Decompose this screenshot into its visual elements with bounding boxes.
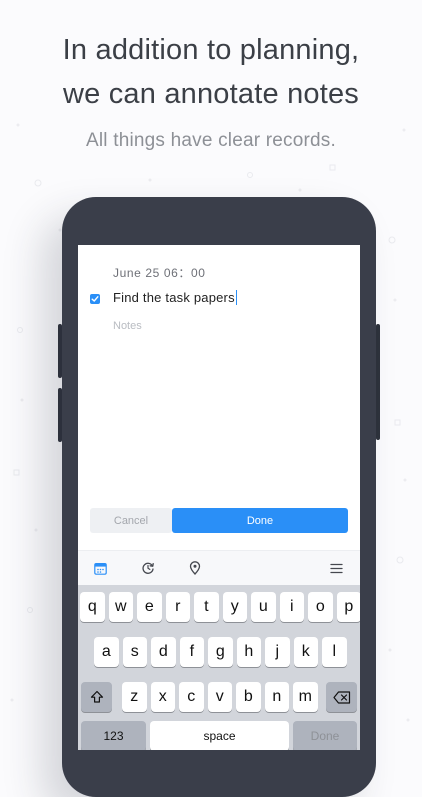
space-key[interactable]: space: [150, 721, 289, 750]
keyboard-done-key[interactable]: Done: [293, 721, 357, 750]
calendar-icon[interactable]: [92, 560, 108, 576]
shift-icon: [90, 690, 103, 703]
key-x[interactable]: x: [150, 682, 176, 712]
phone-power-button: [376, 324, 380, 440]
key-m[interactable]: m: [293, 682, 318, 712]
key-d[interactable]: d: [151, 637, 176, 667]
cancel-button[interactable]: Cancel: [90, 508, 172, 533]
key-a[interactable]: a: [94, 637, 119, 667]
key-r[interactable]: r: [165, 592, 191, 622]
headline-line-2: we can annotate notes: [62, 78, 360, 110]
key-t[interactable]: t: [194, 592, 219, 622]
key-w[interactable]: w: [108, 592, 134, 622]
backspace-icon: [332, 690, 350, 704]
key-s[interactable]: s: [122, 637, 148, 667]
keyboard: qwertyuiop asdfghjkl zxcvbnm 123 space D…: [78, 585, 360, 750]
key-y[interactable]: y: [222, 592, 248, 622]
numbers-key[interactable]: 123: [81, 721, 146, 750]
backspace-key[interactable]: [326, 682, 357, 712]
key-i[interactable]: i: [279, 592, 305, 622]
text-cursor: [235, 290, 238, 305]
subline: All things have clear records.: [86, 130, 336, 151]
key-g[interactable]: g: [208, 637, 233, 667]
repeat-icon[interactable]: [140, 560, 156, 576]
task-title-text: Find the task papers: [113, 290, 235, 305]
headline: In addition to planning, we can annotate…: [0, 28, 422, 116]
task-date[interactable]: June 25 06：00: [113, 264, 206, 281]
notes-field[interactable]: Notes: [113, 320, 142, 332]
task-title-input[interactable]: Find the task papers: [113, 290, 238, 305]
menu-icon[interactable]: [328, 560, 344, 576]
headline-line-1: In addition to planning,: [62, 34, 360, 66]
done-button[interactable]: Done: [172, 508, 348, 533]
task-checkbox[interactable]: [90, 294, 100, 304]
key-l[interactable]: l: [322, 637, 347, 667]
key-p[interactable]: p: [336, 592, 360, 622]
key-n[interactable]: n: [264, 682, 290, 712]
location-icon[interactable]: [187, 560, 203, 576]
key-f[interactable]: f: [179, 637, 205, 667]
key-h[interactable]: h: [236, 637, 262, 667]
key-o[interactable]: o: [308, 592, 333, 622]
key-c[interactable]: c: [179, 682, 204, 712]
editor-toolbar: [78, 550, 360, 586]
key-q[interactable]: q: [80, 592, 105, 622]
key-v[interactable]: v: [207, 682, 233, 712]
check-icon: [91, 296, 99, 302]
key-j[interactable]: j: [265, 637, 290, 667]
key-e[interactable]: e: [137, 592, 162, 622]
phone-screen: June 25 06：00 Find the task papers Notes…: [78, 245, 360, 750]
key-z[interactable]: z: [122, 682, 147, 712]
key-b[interactable]: b: [236, 682, 261, 712]
key-k[interactable]: k: [293, 637, 319, 667]
key-u[interactable]: u: [251, 592, 276, 622]
shift-key[interactable]: [81, 682, 112, 712]
